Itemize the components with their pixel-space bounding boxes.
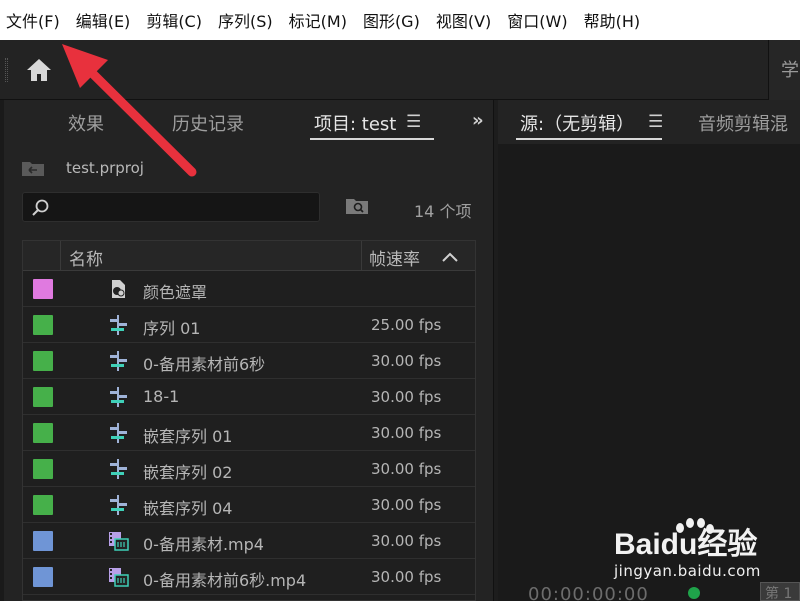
project-items-table: 名称 帧速率 颜色遮罩序列 01 25.00 fps 0-备用素材前6秒 30.00 … [22,240,476,601]
source-panel-tabs: 源:（无剪辑） ☰ 音频剪辑混 [498,100,800,144]
tab-effects[interactable]: 效果 [68,110,104,136]
menu-window[interactable]: 窗口(W) [507,8,567,32]
project-file-row: test.prproj [20,156,144,180]
tab-source[interactable]: 源:（无剪辑） [520,110,634,136]
project-folder-icon[interactable] [20,158,48,178]
item-frame-rate: 30.00 fps [371,424,442,442]
table-row[interactable]: 嵌套序列 01 30.00 fps [23,415,475,451]
label-color-swatch[interactable] [33,531,53,551]
video-clip-icon [107,566,129,588]
item-count: 14 个项 [414,202,472,221]
item-name: 0-备用素材前6秒.mp4 [143,571,307,590]
tab-history[interactable]: 历史记录 [172,110,244,136]
table-row[interactable]: 序列 01 25.00 fps [23,307,475,343]
menu-view[interactable]: 视图(V) [436,8,491,32]
find-in-bin-icon[interactable] [344,194,370,218]
label-color-swatch[interactable] [33,459,53,479]
sequence-icon [107,350,129,372]
active-tab-underline [310,138,434,140]
item-name: 18-1 [143,387,180,406]
sequence-icon [107,458,129,480]
column-divider[interactable] [361,241,362,271]
sort-ascending-icon[interactable] [441,251,459,263]
label-color-swatch[interactable] [33,279,53,299]
item-name: 颜色遮罩 [143,283,208,302]
status-indicator [688,587,700,599]
label-color-swatch[interactable] [33,351,53,371]
search-icon [32,199,49,216]
menu-file[interactable]: 文件(F) [6,8,60,32]
tab-project[interactable]: 项目: test [314,110,396,136]
workspace-label: 学 [781,60,799,81]
label-column-header[interactable] [23,241,61,271]
toolbar: 学 [0,40,800,100]
sequence-icon [107,314,129,336]
sequence-icon [107,494,129,516]
table-row[interactable]: 0-备用素材.mp4 30.00 fps [23,523,475,559]
table-row[interactable]: 0-备用素材前6秒 30.00 fps [23,343,475,379]
project-panel: 效果 历史记录 项目: test ☰ » test.prproj 14 个项 名… [4,100,494,601]
panel-menu-icon[interactable]: ☰ [406,112,421,132]
item-name: 嵌套序列 02 [143,463,233,482]
label-color-swatch[interactable] [33,567,53,587]
source-panel-menu-icon[interactable]: ☰ [648,112,663,132]
menu-help[interactable]: 帮助(H) [584,8,641,32]
watermark-brand: Baidu经验 [614,527,757,561]
menu-edit[interactable]: 编辑(E) [76,8,131,32]
menu-clip[interactable]: 剪辑(C) [146,8,202,32]
menu-markers[interactable]: 标记(M) [289,8,347,32]
project-file-name: test.prproj [66,159,144,177]
table-row[interactable]: 18-1 30.00 fps [23,379,475,415]
table-row[interactable]: 0-备用素材前6秒.mp4 30.00 fps [23,559,475,595]
home-icon [27,59,51,81]
table-row[interactable]: 颜色遮罩 [23,271,475,307]
label-color-swatch[interactable] [33,387,53,407]
menu-sequence[interactable]: 序列(S) [218,8,273,32]
panel-tabs: 效果 历史记录 项目: test ☰ » [4,100,494,144]
matte-icon [107,278,129,300]
item-name: 0-备用素材前6秒 [143,355,266,374]
item-frame-rate: 25.00 fps [371,316,442,334]
fps-column-header[interactable]: 帧速率 [369,245,420,270]
item-name: 嵌套序列 04 [143,499,233,518]
table-body: 颜色遮罩 序列 01 25.00 fps 0-备用素材前6秒 30.00 fps 18-1… [23,271,475,595]
item-name: 序列 01 [143,319,201,338]
table-row[interactable]: 嵌套序列 02 30.00 fps [23,451,475,487]
item-name: 0-备用素材.mp4 [143,535,264,554]
sequence-icon [107,386,129,408]
item-frame-rate: 30.00 fps [371,388,442,406]
watermark-url: jingyan.baidu.com [614,562,761,580]
item-frame-rate: 30.00 fps [371,532,442,550]
search-input[interactable] [22,192,320,222]
tab-audio-clip-mixer[interactable]: 音频剪辑混 [698,110,788,136]
label-color-swatch[interactable] [33,423,53,443]
baidu-watermark: Baidu经验 jingyan.baidu.com [612,514,796,586]
table-row[interactable]: 嵌套序列 04 30.00 fps [23,487,475,523]
toolbar-grip[interactable] [5,58,8,82]
item-frame-rate: 30.00 fps [371,460,442,478]
menu-graphics[interactable]: 图形(G) [363,8,420,32]
label-color-swatch[interactable] [33,315,53,335]
item-frame-rate: 30.00 fps [371,352,442,370]
label-color-swatch[interactable] [33,495,53,515]
sequence-icon [107,422,129,444]
item-name: 嵌套序列 01 [143,427,233,446]
baidu-paw-logo: Baidu经验 [614,518,757,561]
home-button[interactable] [22,53,56,87]
workspace-tab[interactable]: 学 [768,40,800,100]
playhead-timecode[interactable]: 00:00:00:00 [528,584,649,601]
more-panels-icon[interactable]: » [472,110,484,131]
source-active-tab-underline [516,138,662,140]
item-frame-rate: 30.00 fps [371,568,442,586]
name-column-header[interactable]: 名称 [69,245,103,270]
menu-bar: 文件(F) 编辑(E) 剪辑(C) 序列(S) 标记(M) 图形(G) 视图(V… [0,0,800,40]
item-frame-rate: 30.00 fps [371,496,442,514]
video-clip-icon [107,530,129,552]
table-header: 名称 帧速率 [23,241,475,271]
